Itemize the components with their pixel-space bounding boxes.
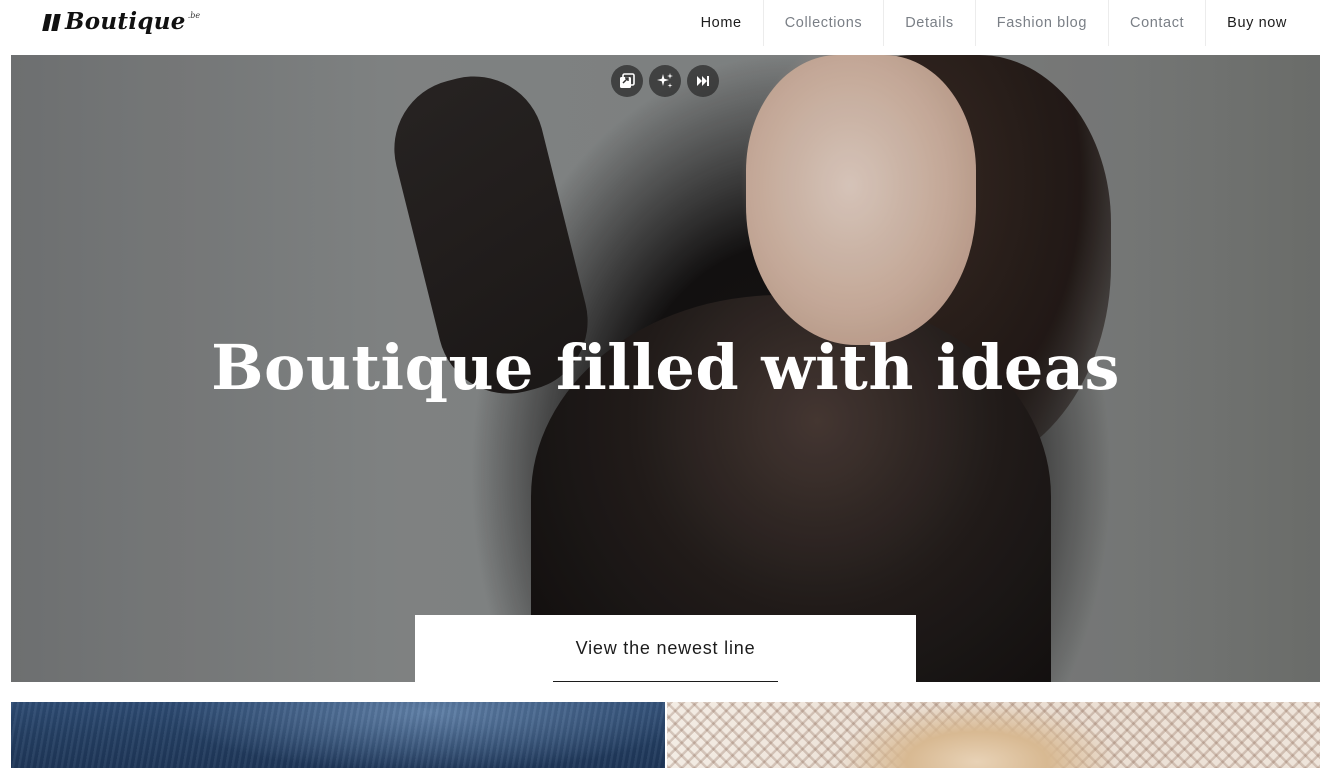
skip-next-icon[interactable] [687,65,719,97]
nav-contact[interactable]: Contact [1109,0,1207,46]
site-header: Boutique .be Home Collections Details Fa… [0,0,1333,55]
logo-tld: .be [187,11,201,20]
view-newest-line-button[interactable]: View the newest line [415,615,916,682]
sparkle-icon[interactable] [649,65,681,97]
nav-fashion-blog[interactable]: Fashion blog [976,0,1109,46]
collection-tile-denim[interactable] [11,702,665,768]
logo[interactable]: Boutique .be [42,8,201,35]
nav-buy-now[interactable]: Buy now [1206,0,1308,46]
nav-home[interactable]: Home [680,0,764,46]
nav-details[interactable]: Details [884,0,976,46]
logo-mark-icon [42,14,61,31]
collection-tile-portrait[interactable] [667,702,1320,768]
cta-label: View the newest line [575,638,756,658]
hero-banner: Boutique filled with ideas View the newe… [11,55,1320,682]
logo-text: Boutique [65,8,186,35]
hero-title: Boutique filled with ideas [211,331,1120,404]
cta-underline [553,681,778,682]
main-nav: Home Collections Details Fashion blog Co… [680,0,1308,46]
nav-collections[interactable]: Collections [764,0,885,46]
image-copy-icon[interactable] [611,65,643,97]
image-toolbar [611,65,719,97]
